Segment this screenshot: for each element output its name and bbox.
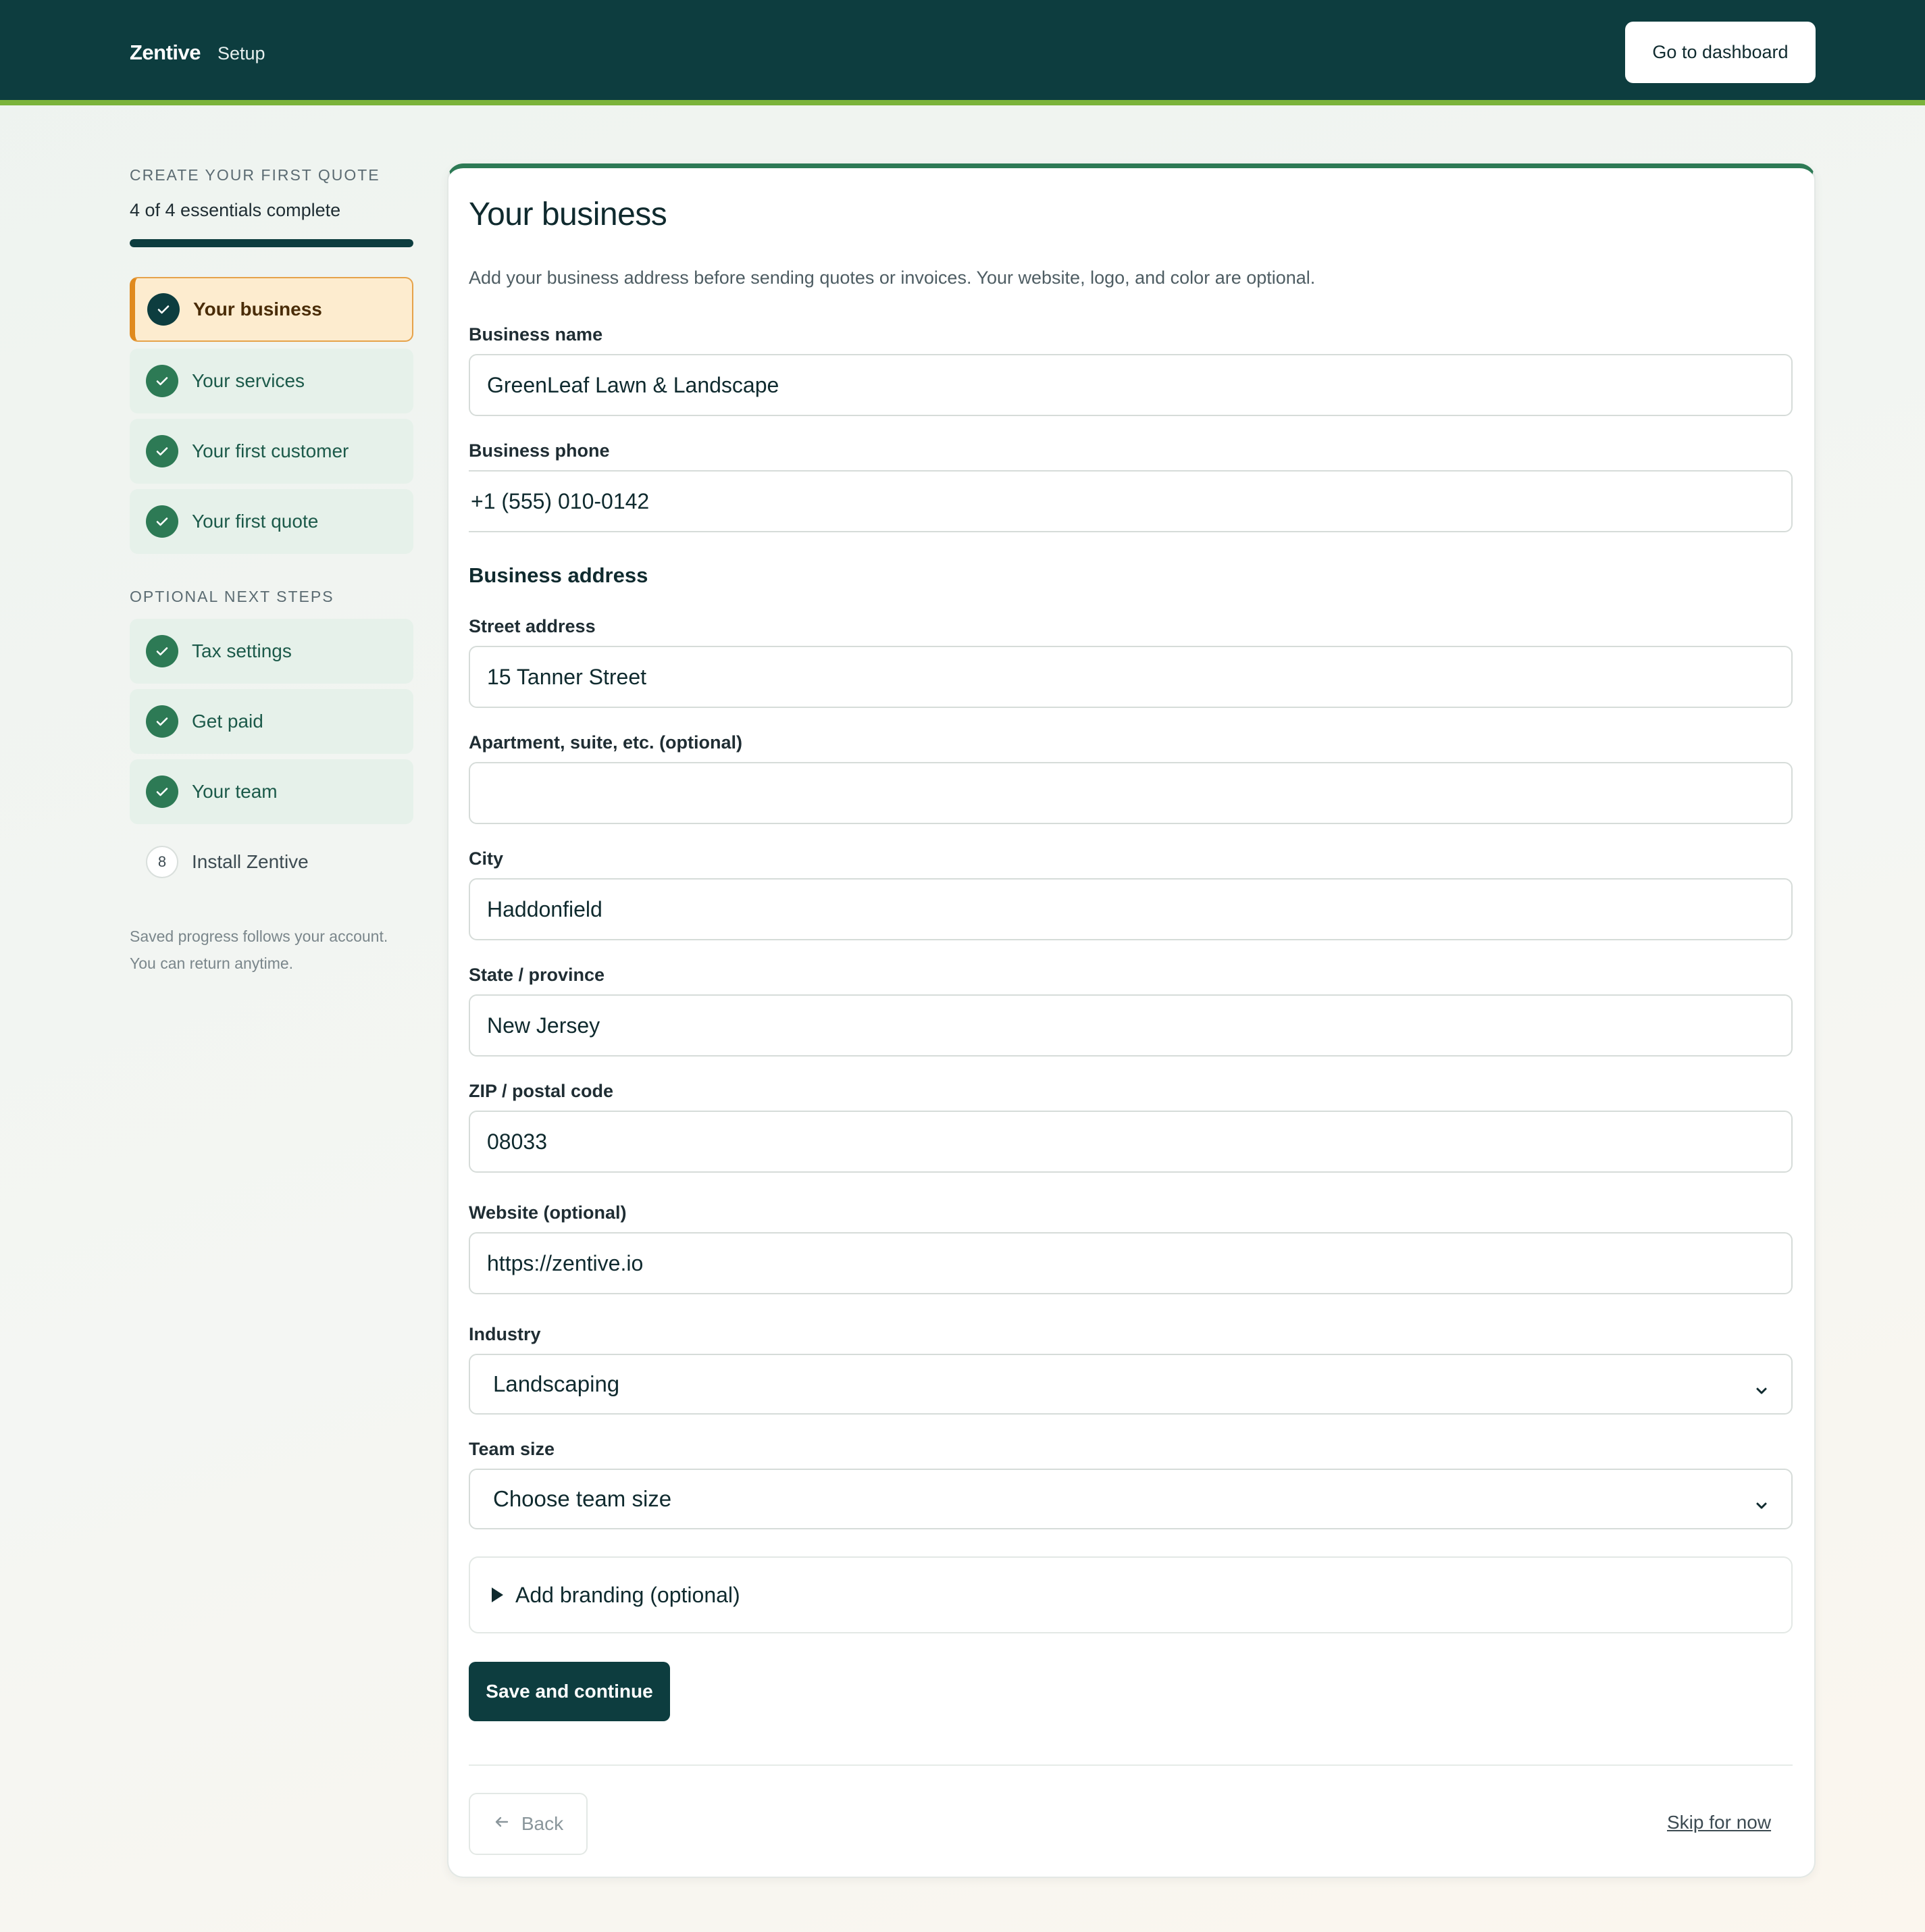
check-icon <box>146 635 178 667</box>
step-your-first-customer[interactable]: Your first customer <box>130 419 413 484</box>
progress-text: 4 of 4 essentials complete <box>130 200 341 220</box>
optional-steps-eyebrow: OPTIONAL NEXT STEPS <box>130 588 334 605</box>
saved-progress-note: Saved progress follows your account. You… <box>130 923 413 977</box>
step-your-first-quote[interactable]: Your first quote <box>130 489 413 554</box>
back-label: Back <box>521 1813 564 1834</box>
step-label: Tax settings <box>192 640 292 661</box>
check-icon <box>146 365 178 397</box>
business-phone-label: Business phone <box>469 440 610 461</box>
step-label: Your first customer <box>192 440 349 461</box>
apartment-input[interactable] <box>469 762 1793 824</box>
back-button[interactable]: Back <box>469 1793 588 1855</box>
industry-selected-value: Landscaping <box>493 1371 620 1396</box>
state-label: State / province <box>469 965 605 985</box>
add-branding-label: Add branding (optional) <box>515 1582 740 1607</box>
step-label: Your business <box>193 299 322 320</box>
progress-bar-fill <box>130 239 413 247</box>
check-icon <box>146 705 178 738</box>
industry-label: Industry <box>469 1324 541 1344</box>
business-name-input[interactable] <box>469 354 1793 416</box>
team-size-label: Team size <box>469 1439 555 1459</box>
state-input[interactable] <box>469 994 1793 1057</box>
note-line: Saved progress follows your account. <box>130 927 388 945</box>
page-description: Add your business address before sending… <box>469 268 1316 288</box>
check-icon <box>147 293 180 326</box>
chevron-down-icon <box>1755 1377 1768 1394</box>
go-to-dashboard-button[interactable]: Go to dashboard <box>1625 22 1816 83</box>
zip-label: ZIP / postal code <box>469 1081 614 1101</box>
team-size-select[interactable]: Choose team size <box>469 1469 1793 1529</box>
phone-field-edge <box>469 467 870 470</box>
save-and-continue-button[interactable]: Save and continue <box>469 1662 670 1721</box>
step-label: Your team <box>192 781 278 802</box>
top-bar: Zentive Setup Go to dashboard <box>0 0 1925 105</box>
website-input[interactable] <box>469 1232 1793 1294</box>
step-your-business[interactable]: Your business <box>130 277 413 342</box>
apartment-label: Apartment, suite, etc. (optional) <box>469 732 743 753</box>
industry-select[interactable]: Landscaping <box>469 1354 1793 1415</box>
header-section-label: Setup <box>217 43 265 63</box>
step-label: Get paid <box>192 711 263 732</box>
skip-for-now-link[interactable]: Skip for now <box>1667 1812 1771 1833</box>
check-icon <box>146 776 178 808</box>
footer-divider <box>469 1764 1793 1766</box>
progress-bar <box>130 239 413 247</box>
business-name-label: Business name <box>469 324 603 345</box>
page-title: Your business <box>469 197 667 232</box>
zip-input[interactable] <box>469 1111 1793 1173</box>
step-label: Install Zentive <box>192 851 309 872</box>
check-icon <box>146 435 178 467</box>
step-label: Your services <box>192 370 305 391</box>
check-icon <box>146 505 178 538</box>
business-address-heading: Business address <box>469 563 648 587</box>
street-address-label: Street address <box>469 616 596 636</box>
step-label: Your first quote <box>192 511 319 532</box>
city-label: City <box>469 848 504 869</box>
step-your-team[interactable]: Your team <box>130 759 413 824</box>
business-phone-input[interactable] <box>469 470 1793 532</box>
add-branding-disclosure[interactable]: Add branding (optional) <box>469 1556 1793 1633</box>
brand-logo: Zentive <box>130 41 201 64</box>
sidebar-eyebrow: CREATE YOUR FIRST QUOTE <box>130 166 380 184</box>
arrow-left-icon <box>493 1813 511 1835</box>
disclosure-triangle-icon <box>492 1587 503 1602</box>
team-size-selected-value: Choose team size <box>493 1486 672 1511</box>
website-label: Website (optional) <box>469 1202 627 1223</box>
step-number-badge: 8 <box>146 846 178 878</box>
step-tax-settings[interactable]: Tax settings <box>130 619 413 684</box>
step-get-paid[interactable]: Get paid <box>130 689 413 754</box>
city-input[interactable] <box>469 878 1793 940</box>
step-install-zentive[interactable]: 8 Install Zentive <box>130 830 413 894</box>
step-your-services[interactable]: Your services <box>130 349 413 413</box>
note-line: You can return anytime. <box>130 955 294 972</box>
chevron-down-icon <box>1755 1492 1768 1509</box>
street-address-input[interactable] <box>469 646 1793 708</box>
